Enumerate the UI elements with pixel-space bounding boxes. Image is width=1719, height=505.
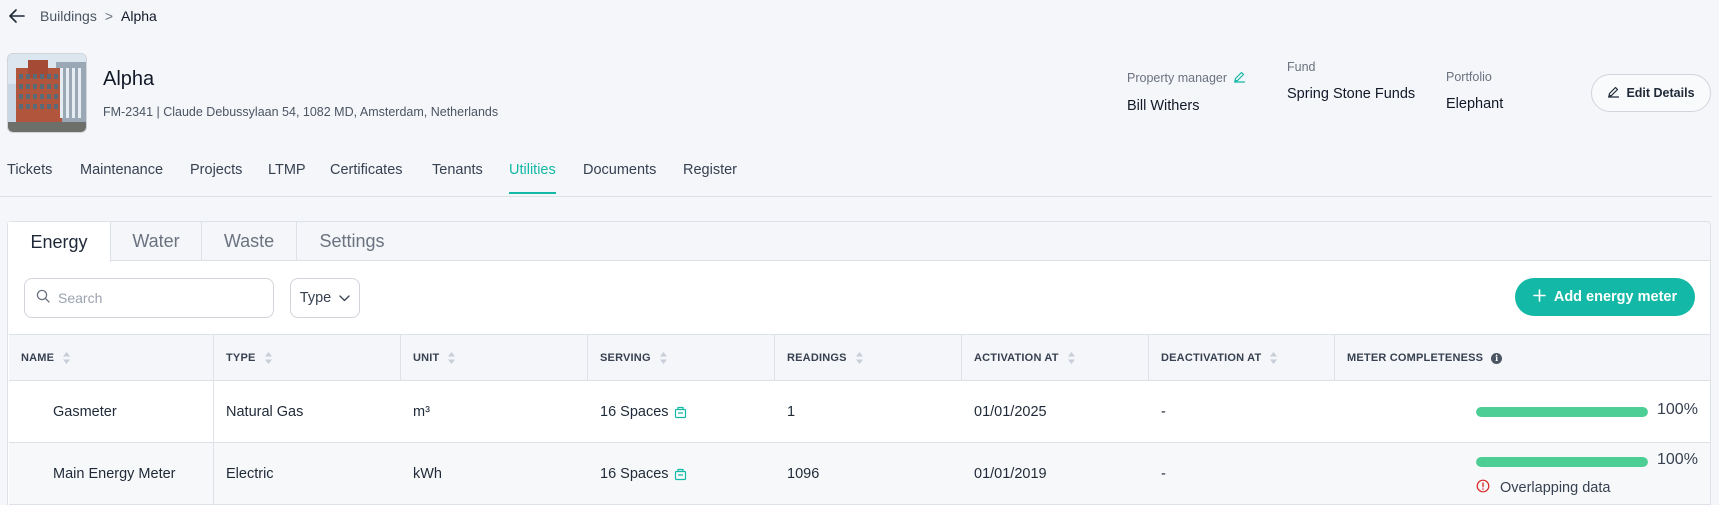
breadcrumb-buildings-link[interactable]: Buildings (40, 8, 97, 24)
fund: Fund Spring Stone Funds (1287, 60, 1417, 105)
alert-circle-icon (1476, 479, 1490, 497)
completeness-bar (1476, 457, 1648, 467)
table-header: NAME TYPE UNIT SERVING READINGS ACTIVATI… (9, 335, 1710, 381)
sub-tab-bar: Energy Water Waste Settings (8, 222, 1710, 262)
property-manager-value: Bill Withers (1127, 98, 1200, 114)
chevron-down-icon (339, 290, 350, 306)
tab-certificates[interactable]: Certificates (330, 162, 403, 192)
completeness-percent: 100% (1657, 401, 1698, 418)
plus-icon (1533, 288, 1546, 306)
completeness-fill (1476, 457, 1648, 467)
subtab-water[interactable]: Water (111, 222, 202, 261)
property-manager: Property manager Bill Withers (1127, 70, 1246, 117)
subtab-energy[interactable]: Energy (8, 222, 111, 262)
back-arrow-icon[interactable] (8, 7, 26, 25)
building-photo (7, 53, 87, 133)
cell-activation-at: 01/01/2019 (974, 466, 1047, 482)
serving-value: 16 Spaces (600, 466, 669, 482)
utilities-panel: Energy Water Waste Settings Type Add ene… (7, 221, 1711, 505)
breadcrumb-separator: > (104, 8, 114, 24)
breadcrumb-current: Alpha (121, 8, 157, 24)
pencil-icon[interactable] (1233, 70, 1246, 86)
portfolio-value: Elephant (1446, 96, 1504, 112)
cell-type: Electric (226, 466, 274, 482)
sort-icon[interactable] (447, 351, 456, 365)
subtab-waste[interactable]: Waste (202, 222, 297, 261)
cell-unit: m³ (413, 404, 430, 420)
portfolio: Portfolio Elephant (1446, 70, 1503, 115)
serving-value: 16 Spaces (600, 404, 669, 420)
cell-readings: 1096 (787, 466, 820, 482)
tab-documents[interactable]: Documents (583, 162, 656, 192)
type-filter-label: Type (299, 290, 332, 306)
sort-icon[interactable] (62, 351, 71, 365)
breadcrumb: Buildings > Alpha (8, 6, 157, 26)
edit-details-label: Edit Details (1626, 86, 1695, 100)
add-energy-meter-button[interactable]: Add energy meter (1515, 278, 1695, 316)
search-input[interactable] (58, 290, 258, 306)
sort-icon[interactable] (264, 351, 273, 365)
cell-unit: kWh (413, 466, 442, 482)
col-activation-at: ACTIVATION AT (962, 335, 1076, 381)
cell-readings: 1 (787, 404, 796, 420)
cell-deactivation-at: - (1161, 404, 1166, 420)
table-row[interactable]: Gasmeter Natural Gas m³ 16 Spaces 1 01/0… (9, 381, 1710, 443)
col-meter-completeness: METER COMPLETENESS i (1335, 335, 1503, 381)
edit-details-button[interactable]: Edit Details (1591, 74, 1711, 112)
cell-type: Natural Gas (226, 404, 304, 420)
building-address: FM-2341 | Claude Debussylaan 54, 1082 MD… (103, 105, 499, 119)
fund-value: Spring Stone Funds (1287, 86, 1416, 102)
tab-register[interactable]: Register (683, 162, 737, 192)
cell-serving: 16 Spaces (588, 381, 687, 443)
col-type: TYPE (214, 335, 273, 381)
cell-serving: 16 Spaces (588, 443, 687, 505)
sort-icon[interactable] (1269, 351, 1278, 365)
subtab-settings[interactable]: Settings (297, 222, 407, 261)
info-icon[interactable]: i (1491, 352, 1503, 364)
sort-icon[interactable] (855, 351, 864, 365)
add-energy-meter-label: Add energy meter (1553, 289, 1678, 305)
spaces-icon[interactable] (674, 406, 687, 419)
col-name: NAME (9, 335, 71, 381)
portfolio-label: Portfolio (1446, 70, 1492, 84)
fund-label: Fund (1287, 60, 1316, 74)
col-readings: READINGS (775, 335, 864, 381)
search-box (24, 278, 274, 318)
col-serving: SERVING (588, 335, 668, 381)
table-row[interactable]: Main Energy Meter Electric kWh 16 Spaces… (9, 443, 1710, 505)
tab-projects[interactable]: Projects (190, 162, 242, 192)
completeness-percent: 100% (1657, 451, 1698, 468)
completeness-fill (1476, 407, 1648, 417)
sort-icon[interactable] (659, 351, 668, 365)
col-deactivation-at: DEACTIVATION AT (1149, 335, 1278, 381)
energy-meters-table: NAME TYPE UNIT SERVING READINGS ACTIVATI… (9, 334, 1710, 505)
overlap-warning: Overlapping data (1476, 479, 1610, 497)
property-manager-label: Property manager (1127, 71, 1228, 85)
cell-activation-at: 01/01/2025 (974, 404, 1047, 420)
tab-tickets[interactable]: Tickets (7, 162, 52, 192)
cell-name: Gasmeter (53, 404, 117, 420)
tab-maintenance[interactable]: Maintenance (80, 162, 163, 192)
tab-utilities[interactable]: Utilities (509, 162, 556, 194)
tab-ltmp[interactable]: LTMP (268, 162, 306, 192)
col-unit: UNIT (401, 335, 456, 381)
main-tab-bar: Tickets Maintenance Projects LTMP Certif… (0, 158, 1712, 197)
overlap-warning-text: Overlapping data (1500, 480, 1611, 496)
cell-name: Main Energy Meter (53, 466, 176, 482)
cell-deactivation-at: - (1161, 466, 1166, 482)
building-name: Alpha (103, 68, 155, 90)
sort-icon[interactable] (1067, 351, 1076, 365)
type-filter-dropdown[interactable]: Type (290, 278, 360, 318)
tab-tenants[interactable]: Tenants (432, 162, 483, 192)
spaces-icon[interactable] (674, 468, 687, 481)
search-icon (36, 289, 50, 308)
completeness-bar (1476, 407, 1648, 417)
pencil-icon (1607, 85, 1620, 101)
